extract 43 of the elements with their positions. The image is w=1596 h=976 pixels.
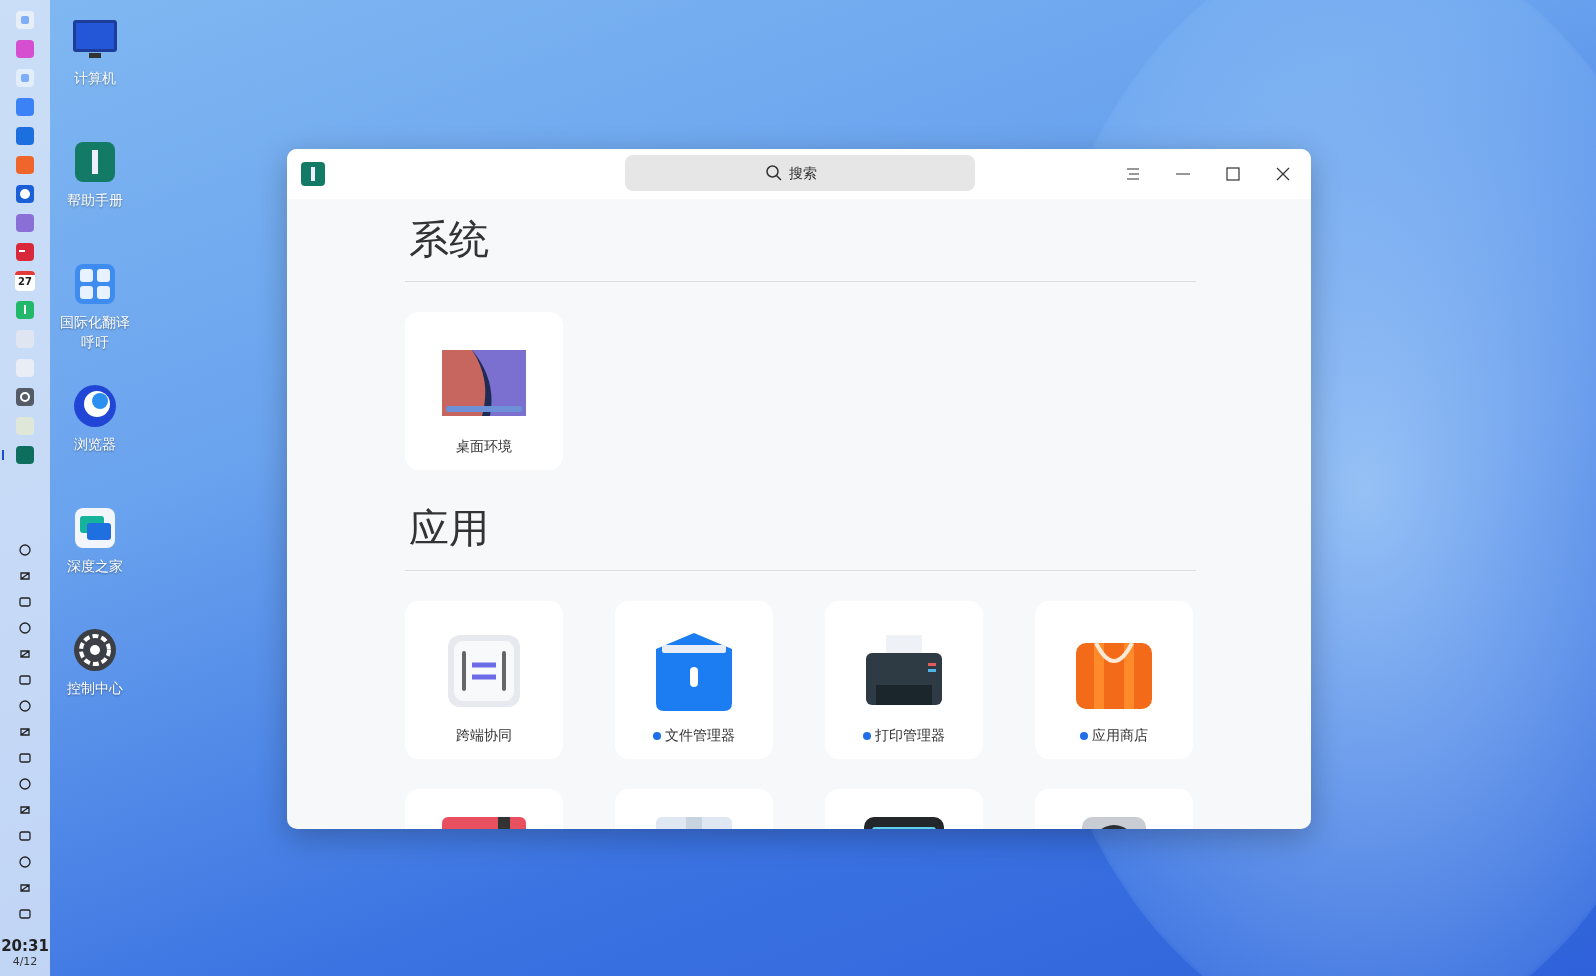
app-icon[interactable]	[15, 184, 35, 204]
app-tile[interactable]: 跨端协同	[405, 601, 563, 759]
clock-date[interactable]: 4/12	[12, 955, 38, 968]
maximize-icon[interactable]	[1225, 166, 1241, 182]
section-title: 系统	[409, 215, 490, 264]
tray-icon[interactable]	[18, 647, 32, 661]
settings-icon[interactable]	[71, 626, 119, 674]
tray-icon[interactable]	[18, 855, 32, 869]
app-icon[interactable]	[15, 213, 35, 233]
section-title: 应用	[409, 504, 490, 553]
tray-icon[interactable]	[18, 569, 32, 583]
close-icon[interactable]	[1275, 166, 1291, 182]
menu-icon[interactable]	[1125, 166, 1141, 182]
app-label: 打印管理器	[875, 727, 945, 745]
tray-icon[interactable]	[18, 751, 32, 765]
app-tile[interactable]: 桌面环境	[405, 312, 563, 470]
tray-icon[interactable]	[18, 777, 32, 791]
app-label: 应用商店	[1092, 727, 1148, 745]
app-icon[interactable]	[15, 242, 35, 262]
app-tile[interactable]: 应用商店	[1035, 601, 1193, 759]
app-icon[interactable]	[15, 126, 35, 146]
tray-icon[interactable]	[18, 907, 32, 921]
app-label: 文件管理器	[665, 727, 735, 745]
clock-time[interactable]: 20:31	[1, 937, 49, 955]
app-tile[interactable]: 打印管理器	[825, 601, 983, 759]
tray-icon[interactable]	[18, 673, 32, 687]
app-label: 桌面环境	[456, 438, 512, 456]
tray-icon[interactable]	[18, 543, 32, 557]
tray-icon[interactable]	[18, 881, 32, 895]
search-field[interactable]: 搜索	[625, 155, 975, 191]
search-icon	[765, 164, 783, 182]
browser-icon[interactable]	[71, 382, 119, 430]
tray-icon[interactable]	[18, 829, 32, 843]
app-icon[interactable]	[15, 387, 35, 407]
app-icon[interactable]	[15, 445, 35, 465]
tray-icon[interactable]	[18, 699, 32, 713]
app-tile[interactable]: 文件管理器	[615, 601, 773, 759]
tray-icon[interactable]	[18, 595, 32, 609]
calendar-icon[interactable]: 27	[15, 271, 35, 291]
tray-icon[interactable]	[18, 803, 32, 817]
tray-icon[interactable]	[18, 621, 32, 635]
tray-icon[interactable]	[18, 725, 32, 739]
app-label: 跨端协同	[456, 727, 512, 745]
